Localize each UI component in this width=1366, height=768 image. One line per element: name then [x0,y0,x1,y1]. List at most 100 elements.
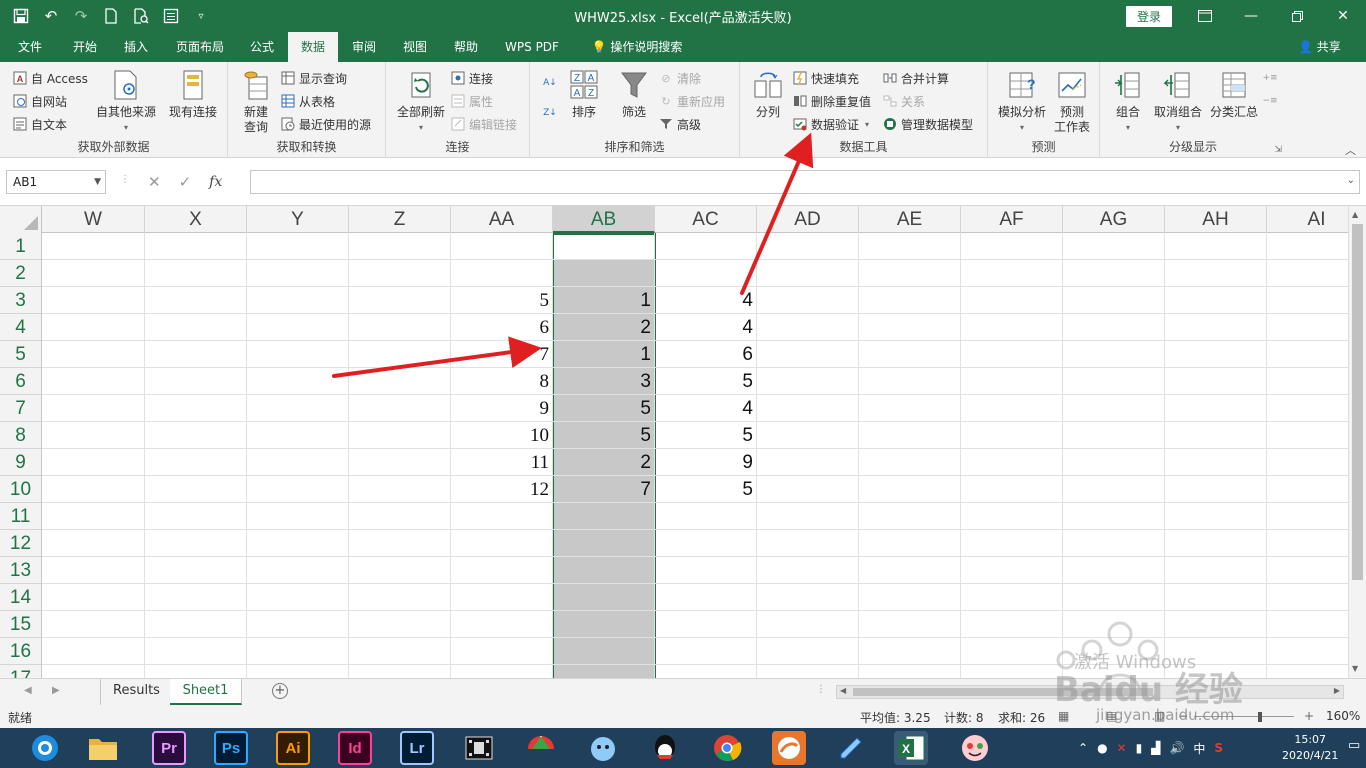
cell-ac8[interactable]: 5 [655,422,757,449]
alert-tray-icon[interactable]: ✕ [1117,741,1127,755]
cell-ac10[interactable]: 5 [655,476,757,503]
clear-filter-button[interactable]: ⊘ 清除 [658,67,701,89]
chevron-down-icon[interactable]: ▾ [865,120,869,129]
from-table-button[interactable]: 从表格 [280,90,335,112]
column-header-aa[interactable]: AA [451,206,553,233]
scroll-left-icon[interactable]: ◀ [840,686,846,695]
row-header[interactable]: 8 [0,422,42,449]
browser-360-icon[interactable] [28,731,62,765]
cartoon-app-icon[interactable] [586,731,620,765]
row-header[interactable]: 16 [0,638,42,665]
tab-formulas[interactable]: 公式 [238,32,286,62]
tab-wps-pdf[interactable]: WPS PDF [496,32,568,62]
scroll-down-icon[interactable]: ▼ [1352,664,1358,673]
row-header[interactable]: 12 [0,530,42,557]
row-header[interactable]: 10 [0,476,42,503]
other-sources-button[interactable]: 自其他来源 ▾ [94,68,158,135]
vertical-scroll-thumb[interactable] [1352,224,1363,580]
row-header[interactable]: 13 [0,557,42,584]
row-header[interactable]: 7 [0,395,42,422]
browser-orange-icon[interactable] [772,731,806,765]
scroll-up-icon[interactable]: ▲ [1352,210,1358,219]
remove-duplicates-button[interactable]: 删除重复值 [792,90,871,112]
filter-button[interactable]: 筛选 [616,68,652,120]
input-method-indicator[interactable]: 中 [1193,740,1205,757]
ungroup-button[interactable]: 取消组合 ▾ [1150,68,1206,135]
text-to-columns-button[interactable]: 分列 [748,68,788,120]
column-header-ab[interactable]: AB [553,206,655,233]
sogou-ime-icon[interactable]: S [1214,741,1223,755]
tab-insert[interactable]: 插入 [112,32,160,62]
mascot-app-icon[interactable] [958,731,992,765]
edit-links-button[interactable]: 编辑链接 [450,113,517,135]
taskbar-clock[interactable]: 15:07 2020/4/21 [1282,732,1338,764]
cell-ab7[interactable]: 5 [553,395,655,422]
add-sheet-icon[interactable]: + [272,683,288,699]
formula-input[interactable]: ⌄ [250,170,1360,194]
indesign-icon[interactable]: Id [338,731,372,765]
qq-tray-icon[interactable]: ● [1097,741,1107,755]
connections-button[interactable]: 连接 [450,67,493,89]
tab-data[interactable]: 数据 [288,32,338,62]
file-explorer-icon[interactable] [86,731,120,765]
cell-ab3[interactable]: 1 [553,287,655,314]
zoom-slider[interactable] [1194,716,1294,717]
column-header-af[interactable]: AF [961,206,1063,233]
illustrator-icon[interactable]: Ai [276,731,310,765]
column-header-ah[interactable]: AH [1165,206,1267,233]
cell-ac5[interactable]: 6 [655,341,757,368]
cell-aa5[interactable]: 7 [451,341,553,368]
what-if-analysis-button[interactable]: ? 模拟分析 ▾ [996,68,1048,135]
page-layout-view-icon[interactable]: ▤ [1106,709,1117,723]
print-preview-icon[interactable] [128,4,154,28]
status-sum[interactable]: 求和: 26 [998,709,1045,726]
sheet-tab-results[interactable]: Results [100,679,173,705]
spreadsheet-grid[interactable]: W X Y Z AA AB AC AD AE AF AG AH AI 1 2 3… [0,206,1348,678]
horizontal-scroll-thumb[interactable] [853,688,1153,696]
column-header-ad[interactable]: AD [757,206,859,233]
tell-me-search[interactable]: 💡 操作说明搜索 [582,32,692,62]
row-header[interactable]: 17 [0,665,42,678]
relationships-button[interactable]: 关系 [882,90,925,112]
notifications-icon[interactable]: ▭ [1348,738,1360,753]
row-header[interactable]: 6 [0,368,42,395]
form-icon[interactable] [158,4,184,28]
zoom-slider-thumb[interactable] [1258,712,1262,722]
new-query-button[interactable]: 新建 查询 [234,68,278,135]
login-button[interactable]: 登录 [1126,6,1172,27]
manage-data-model-button[interactable]: 管理数据模型 [882,113,973,135]
horizontal-scrollbar[interactable]: ◀ ▶ [836,685,1344,699]
cell-ac4[interactable]: 4 [655,314,757,341]
show-detail-button[interactable]: +≡ [1262,67,1281,89]
split-handle-icon[interactable]: ⋮ [816,684,826,695]
minimize-icon[interactable]: — [1228,0,1274,32]
cancel-entry-icon[interactable]: ✕ [148,173,161,191]
dialog-launcher-icon[interactable]: ⇲ [1274,145,1282,155]
save-icon[interactable] [8,4,34,28]
group-button[interactable]: 组合 ▾ [1110,68,1146,135]
cell-aa4[interactable]: 6 [451,314,553,341]
column-header-z[interactable]: Z [349,206,451,233]
column-header-ai[interactable]: AI [1267,206,1348,233]
zoom-level[interactable]: 160% [1326,709,1360,723]
prev-sheet-icon[interactable]: ◀ [24,685,32,696]
cell-ac9[interactable]: 9 [655,449,757,476]
sort-button[interactable]: ZAAZ 排序 [566,68,602,120]
cell-ab10[interactable]: 7 [553,476,655,503]
collapse-ribbon-icon[interactable]: ︿ [1345,142,1356,158]
confirm-entry-icon[interactable]: ✓ [179,173,192,191]
tab-page-layout[interactable]: 页面布局 [164,32,236,62]
refresh-all-button[interactable]: 全部刷新 ▾ [394,68,448,135]
zoom-out-icon[interactable]: − [1178,709,1188,723]
qq-icon[interactable] [648,731,682,765]
chrome-icon[interactable] [710,731,744,765]
share-button[interactable]: 👤 共享 [1298,32,1341,62]
insert-function-icon[interactable]: fx [209,174,222,190]
sheet-tab-sheet1[interactable]: Sheet1 [170,679,242,705]
properties-button[interactable]: 属性 [450,90,493,112]
normal-view-icon[interactable]: ▦ [1058,709,1069,723]
lightroom-icon[interactable]: Lr [400,731,434,765]
cell-ac3[interactable]: 4 [655,287,757,314]
volume-icon[interactable]: 🔊 [1169,741,1184,755]
row-header[interactable]: 9 [0,449,42,476]
